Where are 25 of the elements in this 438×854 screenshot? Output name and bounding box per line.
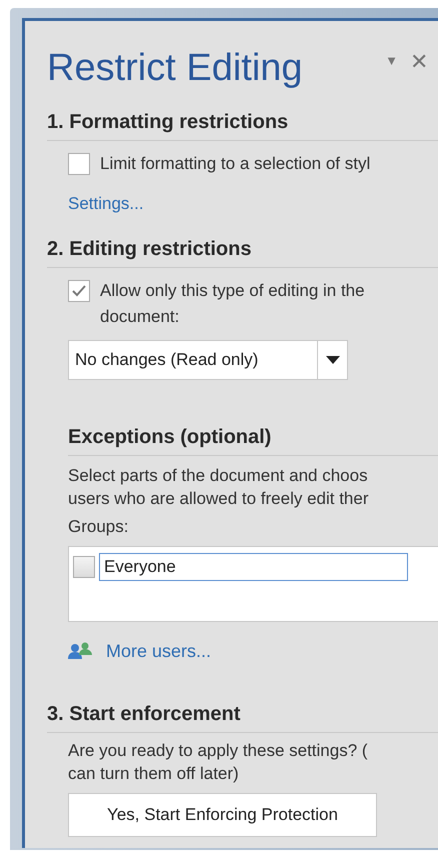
caret-icon bbox=[326, 356, 340, 364]
more-users-link[interactable]: More users... bbox=[106, 638, 212, 664]
checkbox[interactable] bbox=[68, 280, 90, 302]
dropdown-button[interactable]: ▼ bbox=[385, 51, 398, 71]
section-heading: 2. Editing restrictions bbox=[47, 238, 252, 260]
pane-title: Restrict Editing bbox=[47, 46, 303, 90]
description-text: Select parts of the document and choos bbox=[68, 465, 369, 487]
checkbox[interactable] bbox=[73, 556, 95, 578]
users-icon bbox=[68, 642, 92, 660]
groups-label: Groups: bbox=[68, 516, 128, 538]
checkbox-label: Limit formatting to a selection of styl bbox=[100, 153, 370, 175]
dropdown[interactable]: No changes (Read only) bbox=[68, 340, 348, 380]
section-heading: 3. Start enforcement bbox=[47, 702, 240, 724]
checkbox-label: Allow only this type of editing in the document: bbox=[100, 280, 366, 328]
description-text: Are you ready to apply these settings? ( bbox=[68, 740, 369, 762]
checkbox[interactable] bbox=[68, 152, 90, 175]
check-icon bbox=[71, 283, 87, 299]
close-button[interactable]: ✕ bbox=[410, 44, 428, 78]
section-heading: 1. Formatting restrictions bbox=[47, 111, 288, 133]
section-heading: Exceptions (optional) bbox=[68, 426, 272, 448]
group-name-field[interactable]: Everyone bbox=[99, 552, 408, 580]
start-enforcing-button[interactable]: Yes, Start Enforcing Protection bbox=[68, 792, 377, 836]
settings-link[interactable]: Settings... bbox=[68, 190, 144, 216]
description-text: users who are allowed to freely edit ther bbox=[68, 488, 370, 510]
description-text: can turn them off later) bbox=[68, 762, 240, 784]
